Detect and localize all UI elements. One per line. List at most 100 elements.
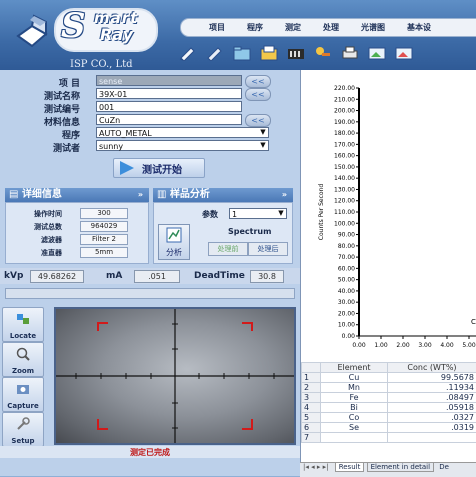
chevron-down-icon[interactable]: ▼ [259,129,267,136]
y-tick-label: 30.00 [338,299,355,306]
x-tick-label: 5.00 [462,342,476,349]
tab-result[interactable]: Result [335,462,365,472]
pre-process-button[interactable]: 处理前 [208,242,248,256]
post-process-button[interactable]: 处理后 [248,242,288,256]
table-row[interactable]: 2Mn.11934 [302,383,476,393]
table-row[interactable]: 3Fe.08497 [302,393,476,403]
project-select-button[interactable]: << [245,75,271,88]
capture-button[interactable]: Capture [2,377,44,412]
print-icon[interactable] [340,45,360,61]
y-tick-label: 100.00 [334,220,355,227]
x-tick-label: 2.00 [396,342,410,349]
table-row[interactable]: 6Se.0319 [302,423,476,433]
zoom-icon [16,347,30,361]
test-name-field[interactable]: 39X-01 [96,88,242,99]
project-field[interactable]: sense [96,75,242,86]
folder-icon[interactable] [259,45,279,61]
test-name-button[interactable]: << [245,88,271,101]
menu-item-measure[interactable]: 测定 [285,22,301,33]
program-select[interactable]: AUTO_METAL ▼ [96,127,269,138]
table-row[interactable]: 1Cu99.5678 [302,373,476,383]
edit-icon[interactable] [178,45,198,61]
logo: S mart Ray ISP CO., Ltd [6,8,158,66]
detail-label: 操作时间 [14,209,62,219]
menu-item-project[interactable]: 项目 [209,22,225,33]
setup-button[interactable]: Setup [2,412,44,447]
results-table-area: Element Conc (WT%) 1Cu99.5678 2Mn.11934 … [300,362,476,476]
chevron-down-icon[interactable]: ▼ [259,142,267,149]
material-field[interactable]: CuZn [96,114,242,125]
zoom-button[interactable]: Zoom [2,342,44,377]
table-row[interactable]: 7 [302,433,476,443]
menu-item-spectrum[interactable]: 光谱图 [361,22,385,33]
collapse-icon[interactable]: » [138,188,143,202]
x-tick-label: 0.00 [352,342,366,349]
calculator-icon[interactable] [286,45,306,61]
folder-icon[interactable] [232,45,252,61]
detail-label: 准直器 [14,248,62,258]
tab-element-detail[interactable]: Element in detail [367,462,435,472]
y-tick-label: 10.00 [338,322,355,329]
edit-icon[interactable] [205,45,225,61]
image-icon[interactable] [367,45,387,61]
start-test-label: 测试开始 [142,161,182,176]
tab-nav-icon[interactable]: |◂ ◂ ▸ ▸| [303,463,328,471]
element-cell [321,433,388,443]
locate-button[interactable]: Locate [2,307,44,342]
peak-annotation: C [471,318,476,326]
setup-label: Setup [3,437,43,445]
details-panel-header[interactable]: ▤ 详细信息 » [5,188,149,202]
concentration-cell: .0319 [388,423,476,433]
details-icon: ▤ [9,189,18,200]
row-number: 4 [302,403,321,413]
logo-letter: S [61,6,86,46]
tab-more[interactable]: De [436,463,452,471]
menu-item-process[interactable]: 处理 [323,22,339,33]
company-name: ISP CO., Ltd [70,59,133,70]
analysis-title: 样品分析 [170,189,210,200]
detail-value: 964029 [80,221,128,232]
camera-overlay [56,309,294,443]
image-icon[interactable] [394,45,414,61]
table-header-row: Element Conc (WT%) [302,363,476,373]
keys-icon[interactable] [313,45,333,61]
concentration-header[interactable]: Conc (WT%) [388,363,476,373]
analyze-button[interactable]: 分析 [158,224,190,260]
cube-logo-icon [12,12,52,52]
y-tick-label: 50.00 [338,277,355,284]
row-number: 3 [302,393,321,403]
concentration-cell: .11934 [388,383,476,393]
concentration-cell: 99.5678 [388,373,476,383]
x-tick-label: 4.00 [440,342,454,349]
row-number: 2 [302,383,321,393]
menu-item-basic-settings[interactable]: 基本设 [407,22,431,33]
material-button[interactable]: << [245,114,271,127]
side-toolbar: Locate Zoom Capture Setup [0,305,44,445]
kvp-label: kVp [4,271,23,281]
collapse-icon[interactable]: » [282,188,287,202]
program-value: AUTO_METAL [99,129,152,138]
kvp-value: 49.68262 [30,270,84,283]
analysis-panel-header[interactable]: ▥ 样品分析 » [153,188,293,202]
y-tick-label: 200.00 [334,108,355,115]
param-value: 1 [232,210,237,219]
table-row[interactable]: 5Co.0327 [302,413,476,423]
element-header[interactable]: Element [321,363,388,373]
test-code-label: 测试编号 [2,102,80,115]
y-tick-label: 170.00 [334,141,355,148]
detail-value: Filter 2 [80,234,128,245]
capture-icon [16,382,30,396]
row-number: 1 [302,373,321,383]
y-tick-label: 150.00 [334,164,355,171]
y-tick-label: 110.00 [334,209,355,216]
tester-select[interactable]: sunny ▼ [96,140,269,151]
spectrum-chart[interactable]: 220.00210.00200.00190.00180.00170.00160.… [301,70,476,362]
table-row[interactable]: 4Bi.05918 [302,403,476,413]
camera-view[interactable] [54,307,296,445]
menu-item-program[interactable]: 程序 [247,22,263,33]
test-code-field[interactable]: 001 [96,101,242,112]
start-test-button[interactable]: 测试开始 [113,158,205,178]
chevron-down-icon[interactable]: ▼ [277,210,285,217]
param-select[interactable]: 1 ▼ [229,208,287,219]
element-cell: Fe [321,393,388,403]
